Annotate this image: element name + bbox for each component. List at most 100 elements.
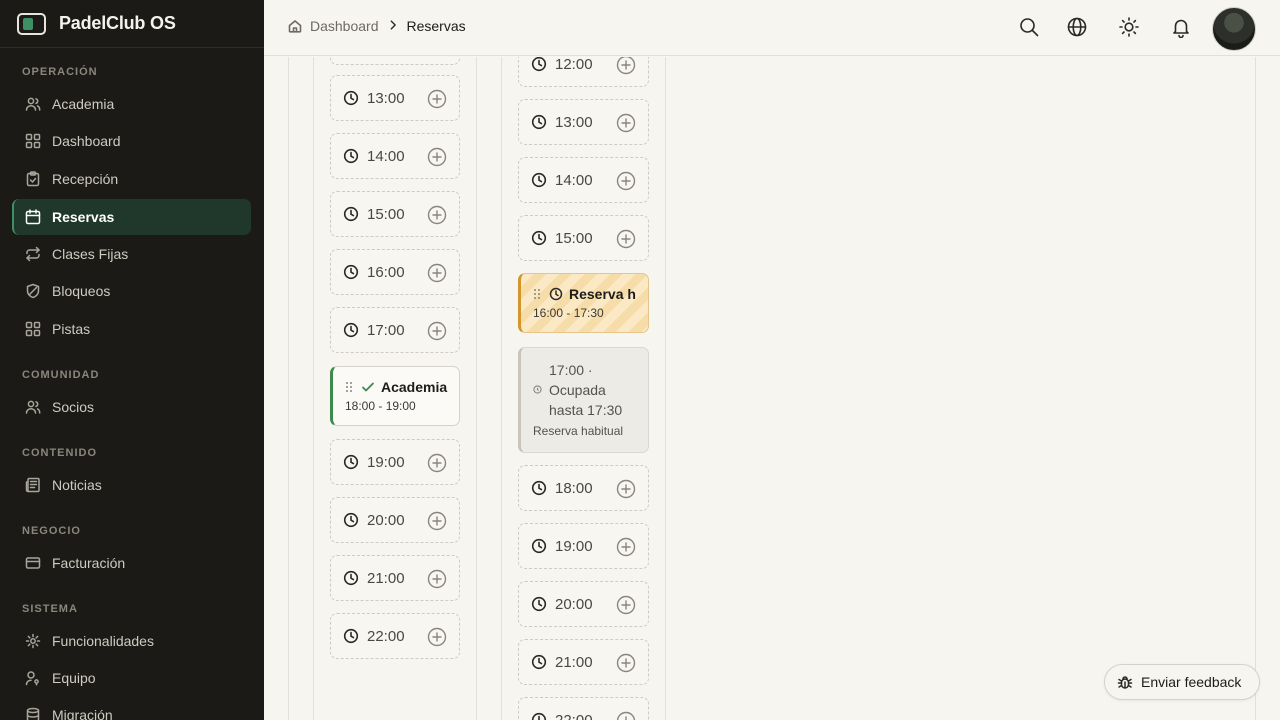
clock-icon bbox=[531, 114, 547, 130]
section-negocio: NEGOCIO bbox=[22, 525, 81, 537]
time-slot[interactable]: 22:00 bbox=[518, 697, 649, 720]
clock-icon bbox=[343, 148, 359, 164]
calendar-icon bbox=[25, 209, 41, 225]
sidebar-item-label: Clases Fijas bbox=[52, 246, 129, 262]
add-circle-icon[interactable] bbox=[427, 263, 447, 283]
add-circle-icon[interactable] bbox=[616, 57, 636, 75]
sidebar-item-label: Migración bbox=[52, 707, 113, 720]
slot-time: 16:00 bbox=[367, 263, 405, 281]
occupied-time: 17:00 · bbox=[549, 362, 593, 378]
chevron-right-icon bbox=[387, 18, 399, 34]
time-slot[interactable]: 20:00 bbox=[330, 497, 460, 543]
breadcrumb: Dashboard Reservas bbox=[288, 18, 466, 34]
add-circle-icon[interactable] bbox=[616, 595, 636, 615]
slot-time: 18:00 bbox=[555, 479, 593, 497]
sidebar-item-facturacion[interactable]: Facturación bbox=[12, 545, 251, 581]
newspaper-icon bbox=[25, 477, 40, 493]
add-circle-icon[interactable] bbox=[616, 537, 636, 557]
add-circle-icon[interactable] bbox=[616, 711, 636, 720]
clock-icon bbox=[531, 57, 547, 72]
feedback-button[interactable]: Enviar feedback bbox=[1104, 664, 1260, 700]
time-slot[interactable]: 15:00 bbox=[330, 191, 460, 237]
add-circle-icon[interactable] bbox=[427, 321, 447, 341]
sidebar-item-label: Funcionalidades bbox=[52, 633, 154, 649]
add-circle-icon[interactable] bbox=[427, 627, 447, 647]
bell-icon[interactable] bbox=[1170, 16, 1194, 40]
sidebar-item-socios[interactable]: Socios bbox=[12, 389, 251, 425]
time-slot[interactable]: 21:00 bbox=[518, 639, 649, 685]
time-slot[interactable]: 15:00 bbox=[518, 215, 649, 261]
time-slot[interactable]: 16:00 bbox=[330, 249, 460, 295]
brand[interactable]: PadelClub OS bbox=[0, 0, 264, 48]
time-slot[interactable]: 19:00 bbox=[330, 439, 460, 485]
add-circle-icon[interactable] bbox=[427, 147, 447, 167]
time-slot[interactable]: 22:00 bbox=[330, 613, 460, 659]
add-circle-icon[interactable] bbox=[616, 229, 636, 249]
sidebar-item-clases-fijas[interactable]: Clases Fijas bbox=[12, 236, 251, 272]
booking-card-academia[interactable]: Academia 18:00 - 19:00 bbox=[330, 366, 460, 426]
clock-icon bbox=[343, 570, 359, 586]
add-circle-icon[interactable] bbox=[427, 89, 447, 109]
slot-time: 12:00 bbox=[555, 57, 593, 73]
slot-time: 20:00 bbox=[555, 595, 593, 613]
sidebar: PadelClub OS OPERACIÓN Academia Dashboar… bbox=[0, 0, 264, 720]
time-slot[interactable]: 20:00 bbox=[518, 581, 649, 627]
time-slot[interactable]: 12:00 bbox=[518, 57, 649, 87]
search-icon[interactable] bbox=[1018, 16, 1042, 40]
sidebar-item-label: Noticias bbox=[52, 477, 102, 493]
sidebar-item-reservas[interactable]: Reservas bbox=[12, 199, 251, 235]
topbar: Dashboard Reservas bbox=[264, 0, 1280, 56]
add-circle-icon[interactable] bbox=[616, 113, 636, 133]
sidebar-item-pistas[interactable]: Pistas bbox=[12, 311, 251, 347]
sidebar-item-noticias[interactable]: Noticias bbox=[12, 467, 251, 503]
add-circle-icon[interactable] bbox=[616, 171, 636, 191]
add-circle-icon[interactable] bbox=[427, 453, 447, 473]
add-circle-icon[interactable] bbox=[616, 479, 636, 499]
occupied-booking-type: Reserva habitual bbox=[533, 424, 624, 438]
sun-icon[interactable] bbox=[1118, 16, 1142, 40]
sidebar-item-migracion[interactable]: Migración bbox=[12, 697, 251, 720]
drag-handle-icon[interactable] bbox=[533, 288, 541, 300]
booking-time-range: 18:00 - 19:00 bbox=[345, 399, 416, 413]
sidebar-item-label: Socios bbox=[52, 399, 95, 415]
clock-icon bbox=[531, 480, 547, 496]
repeat-icon bbox=[26, 246, 40, 262]
add-circle-icon[interactable] bbox=[427, 569, 447, 589]
sidebar-item-academia[interactable]: Academia bbox=[12, 86, 251, 122]
time-slot[interactable] bbox=[330, 57, 460, 65]
sidebar-item-recepcion[interactable]: Recepción bbox=[12, 161, 251, 197]
occupied-until: hasta 17:30 bbox=[549, 402, 623, 418]
grid-icon bbox=[25, 133, 41, 149]
booking-card-reserva-habitual[interactable]: Reserva h 16:00 - 17:30 bbox=[518, 273, 649, 333]
time-slot[interactable]: 18:00 bbox=[518, 465, 649, 511]
clock-small-icon bbox=[533, 385, 542, 394]
breadcrumb-dashboard-link[interactable]: Dashboard bbox=[310, 18, 379, 34]
grid-icon bbox=[25, 321, 41, 337]
add-circle-icon[interactable] bbox=[427, 511, 447, 531]
add-circle-icon[interactable] bbox=[427, 205, 447, 225]
home-icon[interactable] bbox=[288, 19, 302, 33]
sidebar-item-equipo[interactable]: Equipo bbox=[12, 660, 251, 696]
clock-icon bbox=[531, 538, 547, 554]
sidebar-item-dashboard[interactable]: Dashboard bbox=[12, 123, 251, 159]
slot-time: 20:00 bbox=[367, 511, 405, 529]
time-slot[interactable]: 14:00 bbox=[518, 157, 649, 203]
globe-icon[interactable] bbox=[1066, 16, 1090, 40]
time-slot[interactable]: 21:00 bbox=[330, 555, 460, 601]
bug-icon bbox=[1117, 676, 1133, 689]
sidebar-item-bloqueos[interactable]: Bloqueos bbox=[12, 273, 251, 309]
time-slot[interactable]: 14:00 bbox=[330, 133, 460, 179]
slot-time: 22:00 bbox=[555, 711, 593, 720]
time-slot[interactable]: 13:00 bbox=[518, 99, 649, 145]
add-circle-icon[interactable] bbox=[616, 653, 636, 673]
clock-icon bbox=[343, 322, 359, 338]
sidebar-item-funcionalidades[interactable]: Funcionalidades bbox=[12, 623, 251, 659]
time-slot[interactable]: 17:00 bbox=[330, 307, 460, 353]
time-slot[interactable]: 19:00 bbox=[518, 523, 649, 569]
app-name: PadelClub OS bbox=[59, 13, 176, 33]
avatar[interactable] bbox=[1212, 7, 1256, 51]
section-comunidad: COMUNIDAD bbox=[22, 369, 100, 381]
credit-card-icon bbox=[25, 557, 41, 569]
drag-handle-icon[interactable] bbox=[345, 381, 353, 393]
time-slot[interactable]: 13:00 bbox=[330, 75, 460, 121]
